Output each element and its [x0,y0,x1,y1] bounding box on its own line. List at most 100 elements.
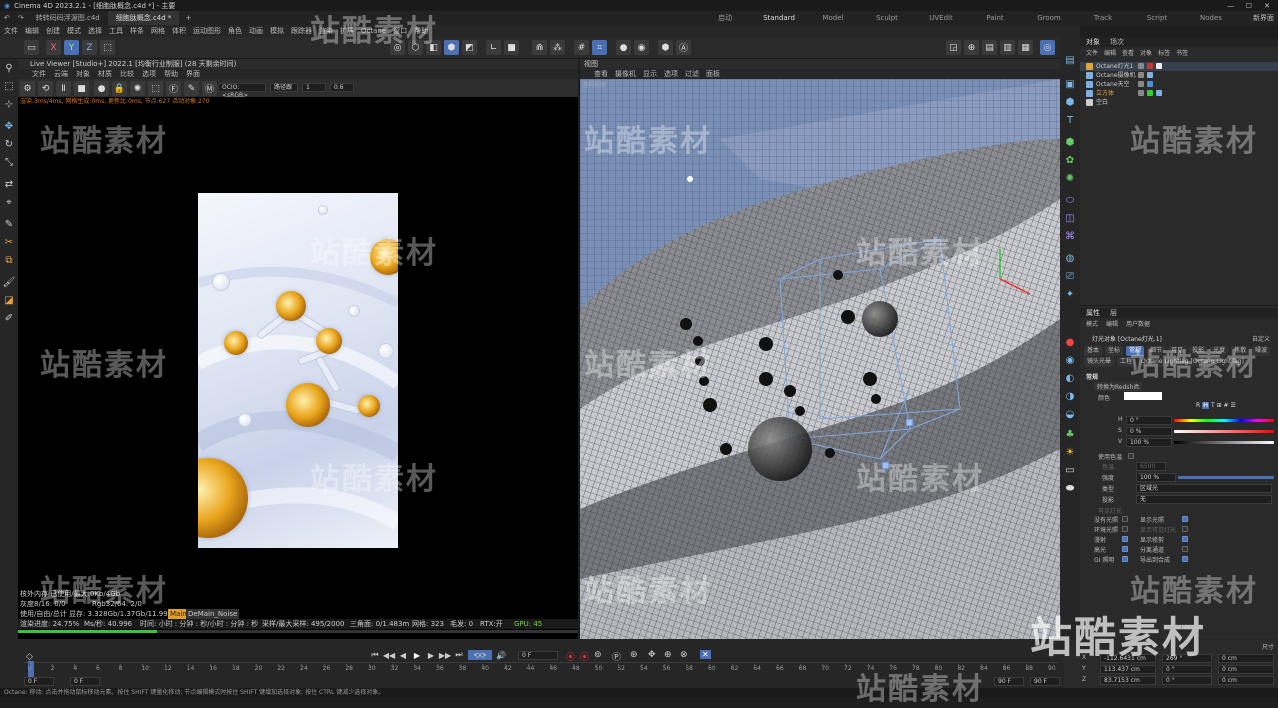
layout-paint[interactable]: Paint [968,11,1022,25]
menu-mode[interactable]: 模式 [67,26,81,36]
range-start-field[interactable]: 0 F [24,677,54,686]
tab-objects[interactable]: 对象 [1086,37,1100,47]
menu-tools[interactable]: 工具 [109,26,123,36]
lv-restart-icon[interactable]: ⟲ [38,81,53,96]
range-end-field[interactable]: 90 F [1030,677,1060,686]
object-row[interactable]: 立方体 [1080,89,1278,98]
key-pla-icon[interactable]: ⊗ [680,650,688,660]
polygon-pen-icon[interactable]: ✎ [2,217,16,231]
view-cube-icon[interactable]: ▣ [1063,77,1077,91]
current-frame-field[interactable]: 0 F [518,651,558,660]
opt-gi-checkbox[interactable] [1122,556,1128,562]
preview-start-field[interactable]: 0 F [70,677,100,686]
vp-menu-cameras[interactable]: 摄像机 [615,69,636,79]
menu-simulate[interactable]: 模拟 [270,26,284,36]
lv-region-icon[interactable]: ⬚ [148,81,163,96]
effector-icon[interactable]: ✺ [1063,171,1077,185]
new-layout-button[interactable]: 新界面 [1253,11,1274,25]
edges-mode-icon[interactable]: ⬡ [408,40,423,55]
layout-track[interactable]: Track [1076,11,1130,25]
opt-specular-checkbox[interactable] [1122,546,1128,552]
size-y-field[interactable]: 0 cm [1218,665,1274,674]
lv-value1-field[interactable]: 1 [302,83,326,92]
loop-icon[interactable]: ⟲⟳ [468,650,492,660]
layout-model[interactable]: Model [806,11,860,25]
layout-groom[interactable]: Groom [1022,11,1076,25]
lv-lock-icon[interactable]: 🔒 [112,81,127,96]
goto-start-icon[interactable]: ⏮ [370,650,380,660]
opt-show-visible-checkbox[interactable] [1182,526,1188,532]
key-scale-icon[interactable]: ✥ [648,650,656,660]
lv-menu-file[interactable]: 文件 [32,69,46,79]
lv-stop-icon[interactable]: ■ [74,81,89,96]
axis-z-icon[interactable]: Z [82,40,97,55]
next-key-icon[interactable]: ▶▶ [439,650,451,660]
axis-y-icon[interactable]: Y [64,40,79,55]
layout-script[interactable]: Script [1130,11,1184,25]
menu-volume[interactable]: 体积 [172,26,186,36]
object-row[interactable]: Octane摄像机 [1080,71,1278,80]
polygons-mode-icon[interactable]: ◧ [426,40,441,55]
paint-icon[interactable]: ◪ [2,293,16,307]
menu-file[interactable]: 文件 [4,26,18,36]
model-mode-icon[interactable]: ⬢ [444,40,459,55]
type-select[interactable]: 区域光 [1136,484,1272,493]
h-field[interactable]: 0 ° [1126,416,1172,425]
axis-x-icon[interactable]: X [46,40,61,55]
scale-icon[interactable]: ⤡ [2,155,16,169]
spline-pen-icon[interactable]: ✐ [2,311,16,325]
locked-icon[interactable]: ◉ [634,40,649,55]
text-icon[interactable]: T [1063,113,1077,127]
timeline-ruler[interactable]: 0 2 4 6 8 10 12 14 16 18 20 22 24 26 28 30 32 34 36 38 40 42 4… [24,661,1058,677]
lv-color-mode-select[interactable]: OCIO:<sRGB> [218,83,266,99]
lv-menu-gui[interactable]: 界面 [186,69,200,79]
subtab-details[interactable]: 细节 [1147,346,1166,356]
octane-live-icon[interactable]: ◎ [1040,40,1055,55]
view-icon[interactable]: ▭ [24,40,39,55]
size-x-field[interactable]: 0 cm [1218,654,1274,663]
pass-noise[interactable]: DeMain_Noise [186,609,240,619]
preview-end-field[interactable]: 90 F [994,677,1024,686]
opt-ambient-checkbox[interactable] [1122,526,1128,532]
goto-end-icon[interactable]: ⏭ [454,650,464,660]
subtab-shadow[interactable]: 投影 [1189,346,1208,356]
close-button[interactable]: ✕ [1264,2,1270,10]
lv-pause-icon[interactable]: Ⅱ [56,81,71,96]
lv-kernel-select[interactable]: 路径跟 [270,83,298,92]
menu-render[interactable]: 渲染 [319,26,333,36]
intensity-field[interactable]: 100 % [1136,473,1176,482]
points-mode-icon[interactable]: ◎ [390,40,405,55]
sound-icon[interactable]: 🔊 [496,650,506,660]
lv-menu-objects[interactable]: 对象 [76,69,90,79]
coord-system-icon[interactable]: ⬚ [100,40,115,55]
lv-menu-compare[interactable]: 比较 [120,69,134,79]
octane-plane-icon[interactable]: ▭ [1063,463,1077,477]
use-temperature-checkbox[interactable] [1128,453,1134,459]
subtab-project[interactable]: 工程 [1117,357,1136,367]
vp-menu-view[interactable]: 查看 [594,69,608,79]
shadow-select[interactable]: 无 [1136,495,1272,504]
coord-mode-select[interactable]: 尺寸 [1262,642,1274,651]
minimize-button[interactable]: — [1227,2,1234,10]
octane-scatter-icon[interactable]: ⬬ [1063,481,1077,495]
uv-mode-icon[interactable]: ∟ [486,40,501,55]
temperature-field[interactable]: 6500 [1136,462,1166,471]
layout-uvedit[interactable]: UVEdit [914,11,968,25]
next-frame-icon[interactable]: ▶ [426,650,436,660]
rotate-icon[interactable]: ↻ [2,137,16,151]
coord-icon[interactable]: ⌖ [2,195,16,209]
tab-takes[interactable]: 场次 [1110,37,1124,47]
select-icon[interactable]: ⬚ [2,79,16,93]
octane-sky-icon[interactable]: ◑ [1063,389,1077,403]
attr-menu-userdata[interactable]: 用户数据 [1126,320,1150,330]
key-selection-icon[interactable]: ⊚ [594,650,602,660]
render-view-icon[interactable]: ⊕ [964,40,979,55]
hue-slider[interactable] [1174,419,1274,422]
subtab-basic[interactable]: 基本 [1084,346,1103,356]
object-row[interactable]: Octane灯光1 [1080,62,1278,71]
pos-z-field[interactable]: 83.7153 cm [1100,676,1156,685]
object-row[interactable]: 空白 [1080,98,1278,107]
menu-animate[interactable]: 动画 [249,26,263,36]
tab-attributes[interactable]: 属性 [1086,308,1100,318]
maximize-button[interactable]: ☐ [1246,2,1252,10]
